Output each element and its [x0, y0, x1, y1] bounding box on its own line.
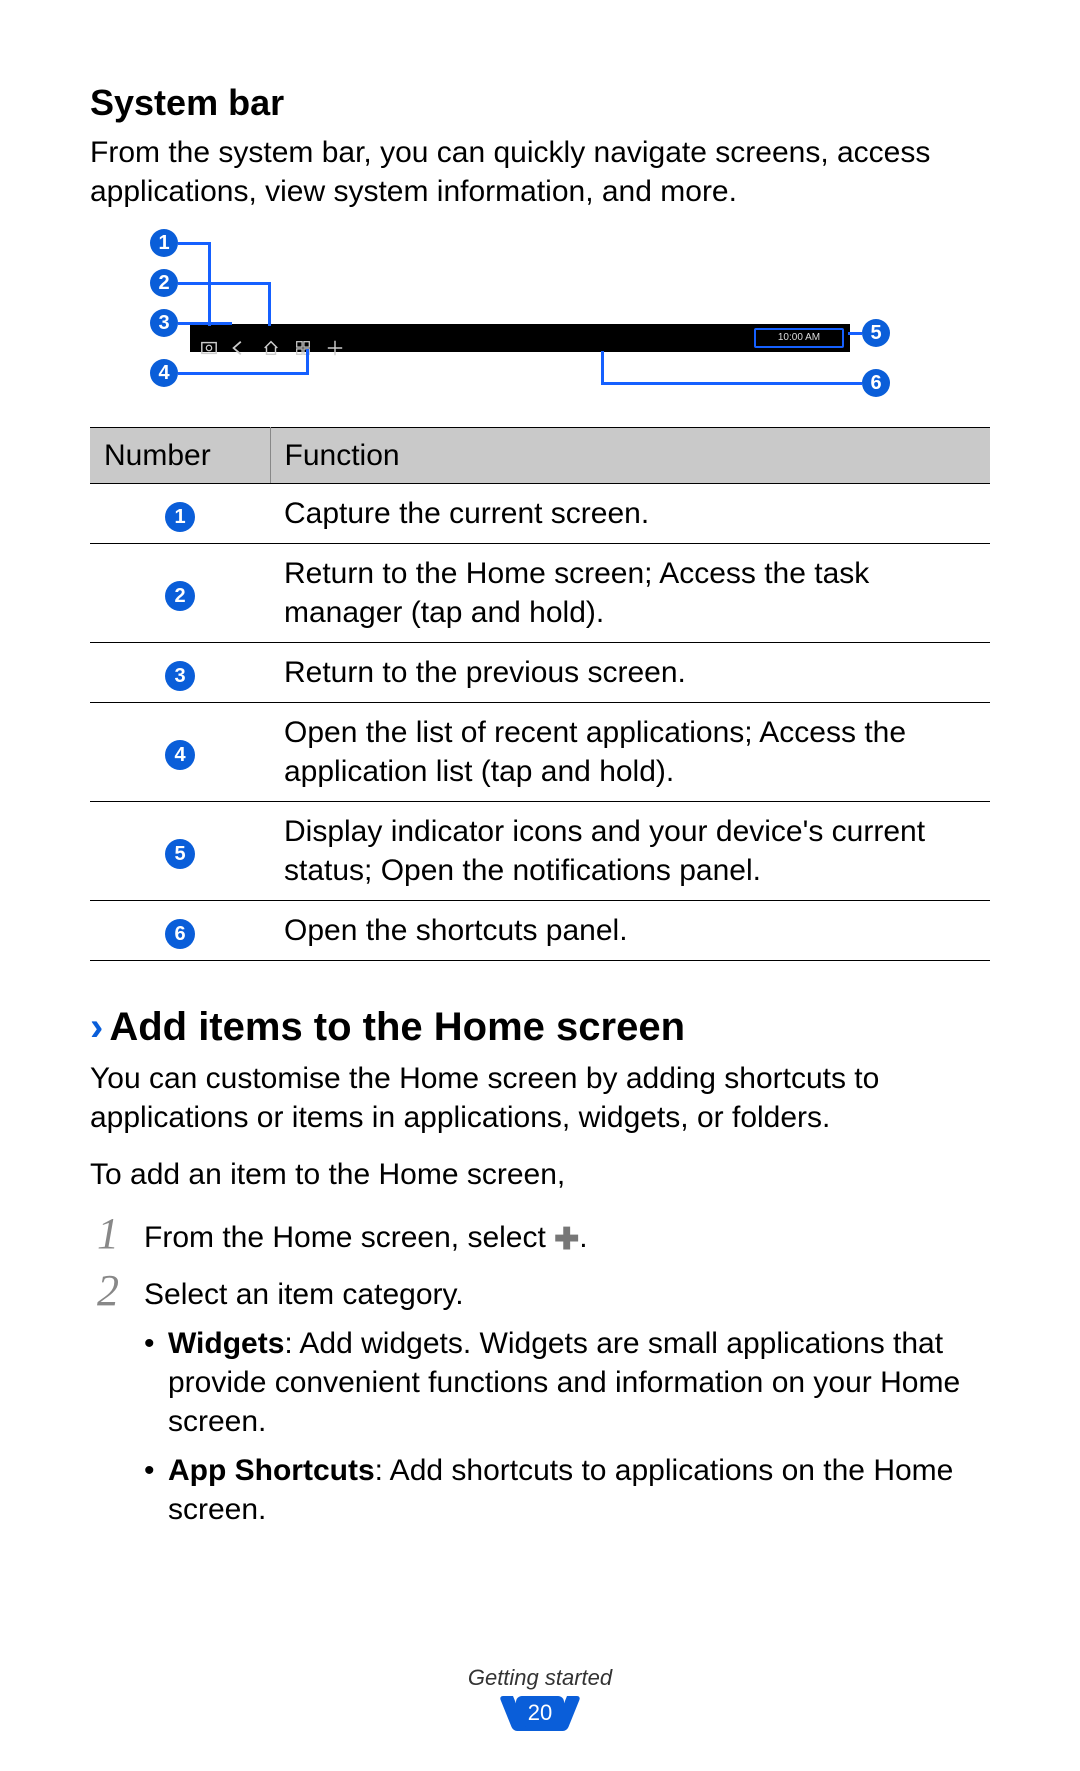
- bullet-label: App Shortcuts: [168, 1454, 375, 1487]
- step-item: 1 From the Home screen, select ✚.: [90, 1212, 990, 1259]
- fn-desc: Open the list of recent applications; Ac…: [270, 702, 990, 801]
- callout-3: 3: [150, 309, 178, 337]
- step-number: 2: [90, 1269, 126, 1313]
- add-items-p1: You can customise the Home screen by add…: [90, 1059, 990, 1137]
- step-body: From the Home screen, select ✚.: [144, 1212, 990, 1259]
- lead-line: [602, 382, 862, 385]
- home-icon: [262, 328, 282, 348]
- shortcuts-icon: [326, 328, 346, 348]
- bullet-label: Widgets: [168, 1327, 284, 1360]
- bullet-list: Widgets: Add widgets. Widgets are small …: [144, 1324, 990, 1529]
- step-body: Select an item category. Widgets: Add wi…: [144, 1269, 990, 1539]
- lead-line: [178, 282, 270, 285]
- system-bar-intro: From the system bar, you can quickly nav…: [90, 133, 990, 211]
- lead-line: [601, 351, 604, 385]
- num-badge: 1: [165, 502, 195, 532]
- table-row: 5 Display indicator icons and your devic…: [90, 801, 990, 900]
- table-row: 2 Return to the Home screen; Access the …: [90, 543, 990, 642]
- step-number: 1: [90, 1212, 126, 1256]
- table-row: 6 Open the shortcuts panel.: [90, 900, 990, 960]
- system-bar-strip: 10:00 AM: [190, 324, 850, 352]
- bullet-item: Widgets: Add widgets. Widgets are small …: [144, 1324, 990, 1441]
- page-number-badge: 20: [516, 1696, 564, 1731]
- footer-chapter: Getting started: [0, 1664, 1080, 1693]
- lead-line: [306, 349, 309, 375]
- callout-1: 1: [150, 229, 178, 257]
- fn-desc: Capture the current screen.: [270, 483, 990, 543]
- heading-add-items-text: Add items to the Home screen: [109, 1001, 685, 1053]
- back-icon: [230, 328, 250, 348]
- capture-icon: [200, 328, 220, 348]
- chevron-icon: ›: [90, 1007, 103, 1047]
- heading-system-bar: System bar: [90, 80, 990, 127]
- page-footer: Getting started 20: [0, 1664, 1080, 1731]
- heading-add-items: › Add items to the Home screen: [90, 1001, 990, 1053]
- num-badge: 3: [165, 661, 195, 691]
- table-header-row: Number Function: [90, 427, 990, 483]
- plus-icon: ✚: [554, 1220, 579, 1259]
- table-row: 4 Open the list of recent applications; …: [90, 702, 990, 801]
- function-table: Number Function 1 Capture the current sc…: [90, 427, 990, 961]
- callout-6: 6: [862, 369, 890, 397]
- callout-2: 2: [150, 269, 178, 297]
- callout-5: 5: [862, 319, 890, 347]
- fn-desc: Display indicator icons and your device'…: [270, 801, 990, 900]
- step-item: 2 Select an item category. Widgets: Add …: [90, 1269, 990, 1539]
- fn-desc: Return to the previous screen.: [270, 642, 990, 702]
- add-items-p2: To add an item to the Home screen,: [90, 1155, 990, 1194]
- num-badge: 5: [165, 839, 195, 869]
- callout-4: 4: [150, 359, 178, 387]
- system-bar-diagram: 10:00 AM 1 2 3 4 5 6: [150, 229, 890, 409]
- lead-line: [178, 322, 232, 325]
- table-row: 1 Capture the current screen.: [90, 483, 990, 543]
- step1-text-before: From the Home screen, select: [144, 1221, 554, 1254]
- step1-text-after: .: [579, 1221, 587, 1254]
- table-row: 3 Return to the previous screen.: [90, 642, 990, 702]
- steps-list: 1 From the Home screen, select ✚. 2 Sele…: [90, 1212, 990, 1539]
- fn-desc: Return to the Home screen; Access the ta…: [270, 543, 990, 642]
- lead-line: [268, 282, 271, 326]
- col-function: Function: [270, 427, 990, 483]
- fn-desc: Open the shortcuts panel.: [270, 900, 990, 960]
- num-badge: 4: [165, 740, 195, 770]
- num-badge: 2: [165, 581, 195, 611]
- step2-text: Select an item category.: [144, 1278, 464, 1311]
- status-area: 10:00 AM: [754, 328, 844, 348]
- lead-line: [848, 332, 862, 335]
- num-badge: 6: [165, 919, 195, 949]
- lead-line: [178, 372, 308, 375]
- recent-apps-icon: [294, 328, 314, 348]
- bullet-rest: : Add widgets. Widgets are small applica…: [168, 1327, 960, 1438]
- bullet-item: App Shortcuts: Add shortcuts to applicat…: [144, 1451, 990, 1529]
- lead-line: [178, 242, 210, 245]
- col-number: Number: [90, 427, 270, 483]
